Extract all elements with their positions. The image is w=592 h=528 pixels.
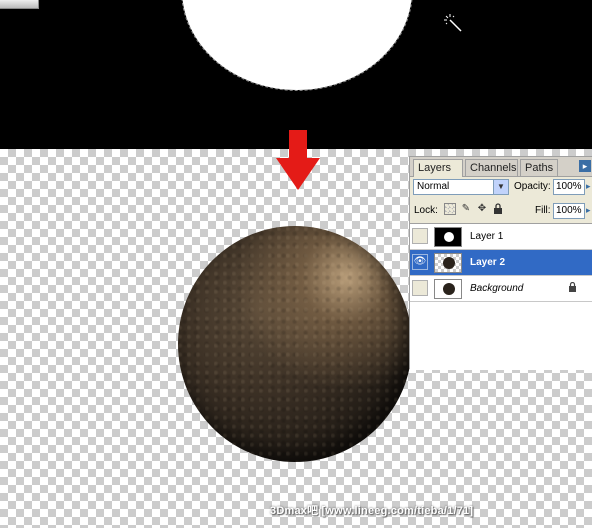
white-circle-selection <box>181 0 413 91</box>
lock-image-pixels-icon[interactable]: ✎ <box>460 203 472 215</box>
layer-thumbnail <box>434 253 462 273</box>
tab-paths[interactable]: Paths <box>520 159 558 176</box>
lock-icon <box>568 281 577 295</box>
watermark: 3Dmax吧 [www.lineeg.com/tieba/1/71] <box>270 505 474 517</box>
layer-thumbnail <box>434 279 462 299</box>
layer-row-background[interactable]: Background <box>410 276 592 302</box>
palette-menu-arrow-icon[interactable]: ▸ <box>579 160 591 172</box>
opacity-field[interactable]: 100% <box>553 179 585 195</box>
layer-name: Background <box>470 283 524 294</box>
down-arrow-icon <box>276 130 320 190</box>
sphere-texture <box>178 226 412 462</box>
layer-thumbnail <box>434 227 462 247</box>
magic-wand-cursor-icon <box>444 14 462 32</box>
lock-all-icon[interactable] <box>492 203 504 215</box>
layer-row-layer-1[interactable]: Layer 1 <box>410 224 592 250</box>
blend-mode-value: Normal <box>417 181 450 192</box>
layer-name: Layer 1 <box>470 231 504 242</box>
top-canvas-view <box>0 0 592 149</box>
eye-icon: 👁 <box>413 256 427 267</box>
textured-sphere <box>178 226 412 462</box>
fill-slider-arrow-icon[interactable]: ▸ <box>586 205 592 217</box>
palette-tab-bar: Layers × Channels Paths ▸ <box>410 157 592 191</box>
fill-field[interactable]: 100% <box>553 203 585 219</box>
chevron-down-icon[interactable]: ▼ <box>493 180 508 194</box>
visibility-toggle[interactable]: 👁 <box>412 254 428 270</box>
fill-label: Fill: <box>535 205 551 216</box>
visibility-toggle[interactable] <box>412 280 428 296</box>
lock-transparency-icon[interactable] <box>444 203 456 215</box>
layer-name: Layer 2 <box>470 257 506 268</box>
tab-layers[interactable]: Layers × <box>413 159 463 191</box>
tab-channels[interactable]: Channels <box>465 159 518 176</box>
layer-list: Layer 1 👁 Layer 2 Background <box>410 223 592 370</box>
visibility-toggle[interactable] <box>412 228 428 244</box>
layer-row-layer-2[interactable]: 👁 Layer 2 <box>410 250 592 276</box>
window-corner-widget[interactable] <box>0 0 39 9</box>
opacity-label: Opacity: <box>514 181 551 192</box>
lock-position-icon[interactable]: ✥ <box>476 203 488 215</box>
opacity-slider-arrow-icon[interactable]: ▸ <box>586 181 592 193</box>
layers-palette: Layers × Channels Paths ▸ Normal ▼ Opaci… <box>409 156 592 370</box>
lock-label: Lock: <box>414 205 438 216</box>
blend-mode-select[interactable]: Normal ▼ <box>413 179 509 195</box>
